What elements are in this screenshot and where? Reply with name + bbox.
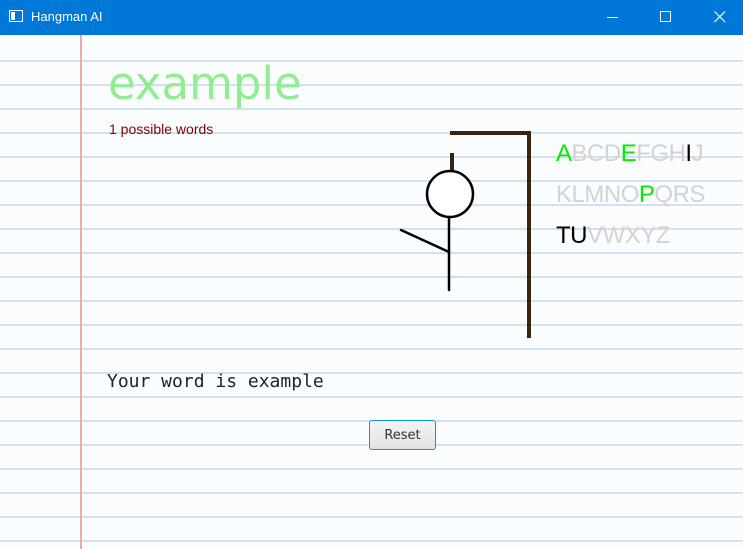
letter-p: P xyxy=(638,181,655,208)
letter-c: C xyxy=(587,140,604,167)
letter-o: O xyxy=(620,181,640,208)
maximize-icon xyxy=(660,11,671,22)
minimize-button[interactable] xyxy=(590,0,636,35)
title-bar[interactable]: Hangman AI xyxy=(0,0,743,35)
letter-r: R xyxy=(672,181,690,208)
letter-k: K xyxy=(556,181,572,208)
letter-l: L xyxy=(571,181,585,208)
letter-e: E xyxy=(620,140,637,167)
figure-head xyxy=(425,169,475,219)
result-message: Your word is example xyxy=(107,371,324,392)
letter-y: Y xyxy=(640,222,656,249)
window-title: Hangman AI xyxy=(31,9,103,24)
letter-a: A xyxy=(556,140,572,167)
maximize-button[interactable] xyxy=(643,0,689,35)
letter-f: F xyxy=(636,140,651,167)
revealed-word: example xyxy=(108,57,302,110)
possible-words-count: 1 possible words xyxy=(109,121,214,137)
letter-h: H xyxy=(668,140,686,167)
reset-button[interactable]: Reset xyxy=(369,420,436,450)
letter-j: J xyxy=(691,140,704,167)
letter-x: X xyxy=(624,222,641,249)
letter-v: V xyxy=(587,222,603,249)
letter-d: D xyxy=(603,140,621,167)
letter-g: G xyxy=(650,140,669,167)
letter-s: S xyxy=(689,181,705,208)
letter-n: N xyxy=(603,181,621,208)
letter-u: U xyxy=(570,222,588,249)
hangman-drawing xyxy=(399,131,531,338)
letter-t: T xyxy=(556,222,571,249)
letter-b: B xyxy=(571,140,588,167)
app-window-icon xyxy=(9,10,23,22)
letter-z: Z xyxy=(655,222,671,249)
stick-figure xyxy=(399,169,475,292)
alphabet-row-3: TUVWXYZ xyxy=(556,222,670,250)
notebook-margin-line xyxy=(80,35,82,549)
letter-q: Q xyxy=(654,181,673,208)
alphabet-row-1: ABCDEFGHIJ xyxy=(556,140,704,168)
close-button[interactable] xyxy=(697,0,743,35)
minimize-icon xyxy=(607,17,618,18)
alphabet-row-2: KLMNOPQRS xyxy=(556,181,705,209)
gallows xyxy=(450,131,531,338)
game-canvas: example 1 possible words ABCDEFGHIJ KLMN… xyxy=(0,35,743,549)
figure-left-arm xyxy=(399,228,451,254)
letter-m: M xyxy=(584,181,604,208)
close-icon xyxy=(714,11,726,23)
letter-w: W xyxy=(602,222,626,249)
